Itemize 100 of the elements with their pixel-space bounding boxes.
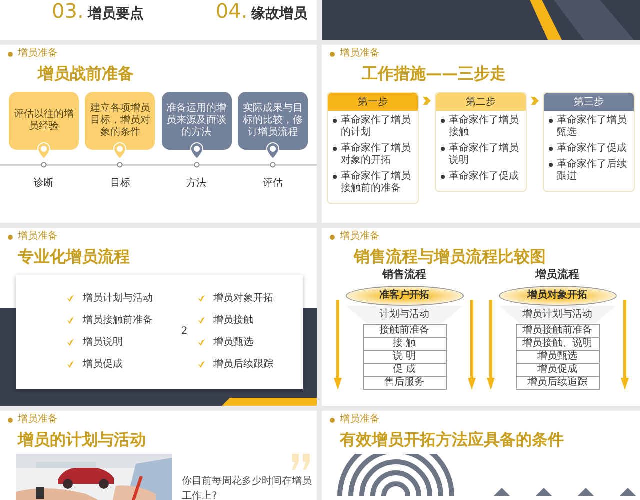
agenda-number: 03. [52,0,84,22]
step-item: 革命家作了增员说明 [449,143,520,167]
line-node-icon [41,162,48,168]
tag-dot-icon [8,234,13,240]
process-item: 增员接触前准备 [83,314,153,328]
funnel-title: 增员流程 [536,267,580,283]
slide-title: 销售流程与增员流程比较图 [354,247,547,267]
funnel-row: 说 明 [362,350,446,364]
slide-title: 专业化增员流程 [18,247,131,267]
timeline-label: 方法 [186,176,207,191]
section-tag: 增员准备 [18,414,58,426]
funnel-row: 促 成 [362,364,446,376]
step-item: 革命家作了增员甄选 [557,115,628,139]
bullet-icon [441,175,445,179]
step-heading: 第二步 [436,93,526,111]
check-icon [66,316,75,324]
funnel-row: 增员后续追踪 [516,376,600,390]
step-box: 准备运用的增员来源及面谈的方法 [162,92,232,150]
funnel-top: 增员对象开拓 [498,286,616,306]
pin-icon [266,142,280,160]
question-text: 你目前每周花多少时间在增员工作上? [182,474,312,500]
arrow-icon [423,96,431,106]
step-heading: 第三步 [544,93,634,111]
check-icon [66,360,75,368]
tag-dot-icon [330,418,335,422]
step-heading: 第一步 [328,93,418,111]
down-arrow-icon [486,300,494,390]
step-item: 革命家作了增员对象的开拓 [341,143,412,167]
process-item: 增员接触 [214,314,254,328]
step-item: 革命家作了增员的计划 [341,115,412,139]
slide-title: 工作措施——三步走 [362,64,507,84]
step-item: 革命家作了后续跟进 [557,159,628,183]
funnel-top: 准客户开拓 [346,286,464,306]
pin-icon [37,142,52,160]
check-icon [196,294,206,302]
section-tag: 增员准备 [340,231,380,243]
timeline-label: 评估 [262,177,283,191]
bullet-icon [441,119,445,123]
check-icon [196,316,206,324]
bullet-icon [549,119,553,123]
tag-dot-icon [330,234,335,240]
slide-title: 有效增员开拓方法应具备的条件 [340,430,565,450]
down-arrow-icon [468,300,476,390]
agenda-number: 04. [216,0,248,22]
bullet-icon [549,163,553,167]
step-item: 革命家作了增员接触 [449,115,520,139]
page-mark: 2 [181,324,188,338]
down-arrow-icon [620,300,628,390]
bullet-icon [333,119,337,123]
line-node-icon [270,162,276,168]
section-tag: 增员准备 [18,48,58,60]
pin-icon [190,142,204,160]
funnel-row: 增员接触前准备 [516,324,600,338]
tag-dot-icon [8,418,13,422]
bullet-icon [441,147,445,151]
section-tag: 增员准备 [18,231,58,243]
check-icon [196,338,206,346]
step-box: 实际成果与目标的比较，修订增员流程 [238,92,308,150]
down-arrow-icon [334,300,342,390]
process-item: 增员对象开拓 [214,292,274,306]
bullet-icon [549,147,553,151]
pin-icon [113,142,128,160]
funnel-row: 增员接触、说明 [516,338,600,350]
slide-title: 增员的计划与活动 [18,430,147,450]
bullet-icon [333,147,337,151]
timeline-label: 目标 [110,176,130,191]
timeline-label: 诊断 [34,176,54,191]
quote-icon [290,454,312,470]
process-item: 增员计划与活动 [83,292,153,306]
agenda-label: 增员要点 [88,5,144,24]
funnel-row: 增员促成 [516,364,600,376]
funnel-row: 售后服务 [362,376,446,390]
step-item: 革命家作了促成 [449,171,519,183]
step-item: 革命家作了促成 [557,143,627,155]
funnel-row: 接触前准备 [362,324,446,338]
process-item: 增员后续跟踪 [214,358,274,372]
section-tag: 增员准备 [340,414,380,426]
funnel-neck: 计划与活动 [346,306,464,324]
step-box: 评估以往的增员经验 [9,92,80,150]
step-box: 建立各项增员目标，增员对象的条件 [85,92,156,150]
step-item: 革命家作了增员接触前的准备 [341,171,412,195]
process-item: 增员甄选 [214,336,254,350]
check-icon [196,360,206,368]
funnel-title: 销售流程 [382,267,426,283]
line-node-icon [194,162,200,168]
funnel-row: 接 触 [362,338,446,350]
arrow-icon [531,96,539,106]
slide-title: 增员战前准备 [38,64,135,84]
process-item: 增员促成 [83,358,123,372]
tag-dot-icon [330,52,335,56]
bullet-icon [333,175,337,179]
process-item: 增员说明 [83,336,123,350]
funnel-row: 增员甄选 [516,350,600,364]
section-tag: 增员准备 [340,48,380,60]
check-icon [66,338,75,346]
tag-dot-icon [8,52,13,56]
check-icon [66,294,75,302]
agenda-label: 缘故增员 [252,5,308,24]
funnel-neck: 增员计划与活动 [498,306,616,324]
line-node-icon [117,162,124,168]
